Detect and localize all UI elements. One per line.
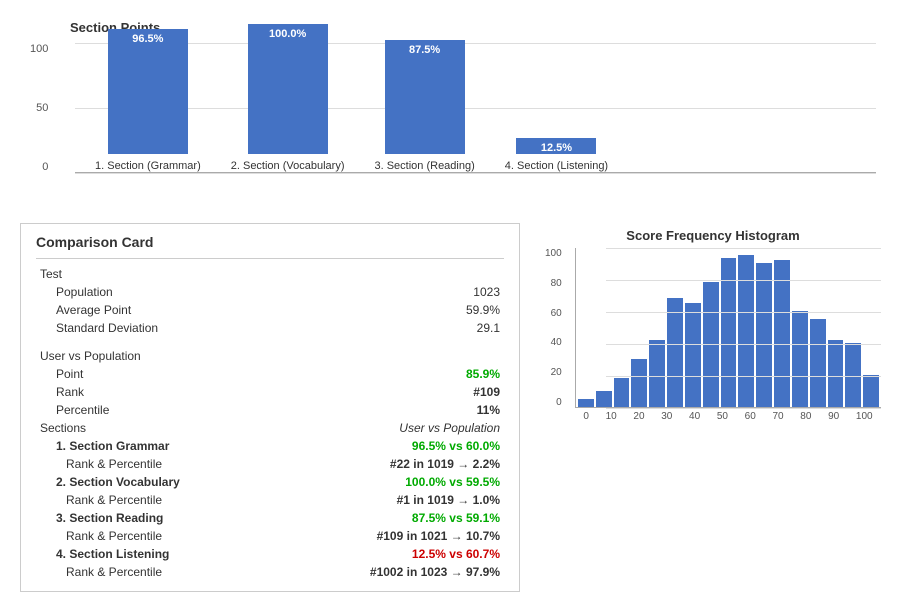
hist-x-label: 50 xyxy=(717,411,728,422)
y-axis: 100 50 0 xyxy=(30,43,53,173)
hist-x-label: 20 xyxy=(633,411,644,422)
section2-value: 100.0% vs 59.5% xyxy=(278,473,504,491)
hist-bar xyxy=(631,359,647,407)
hist-bar xyxy=(685,303,701,407)
bar-wrapper: 96.5% 1. Section (Grammar) xyxy=(95,29,201,172)
std-dev-label: Standard Deviation xyxy=(36,319,278,337)
hist-bar xyxy=(756,263,772,407)
hist-bar xyxy=(828,340,844,407)
hist-bar xyxy=(703,282,719,407)
hist-bar xyxy=(863,375,879,407)
section2-rank: #1 in 1019 → 1.0% xyxy=(278,491,504,509)
section4-value: 12.5% vs 60.7% xyxy=(278,545,504,563)
hist-bar xyxy=(845,343,861,407)
avg-point-value: 59.9% xyxy=(278,301,504,319)
section1-name: 1. Section Grammar xyxy=(36,437,278,455)
hist-x-label: 70 xyxy=(772,411,783,422)
section1-rank: #22 in 1019 → 2.2% xyxy=(278,455,504,473)
user-vs-pop-spacer xyxy=(278,347,504,365)
hist-x-label: 10 xyxy=(606,411,617,422)
histogram-title: Score Frequency Histogram xyxy=(545,228,881,243)
section2-rank-label: Rank & Percentile xyxy=(36,491,278,509)
percentile-value: 11% xyxy=(278,401,504,419)
population-value: 1023 xyxy=(278,283,504,301)
percentile-label: Percentile xyxy=(36,401,278,419)
bar: 12.5% xyxy=(516,138,596,154)
section3-name: 3. Section Reading xyxy=(36,509,278,527)
hist-bar xyxy=(614,378,630,407)
bar-label: 1. Section (Grammar) xyxy=(95,160,201,172)
section4-rank-label: Rank & Percentile xyxy=(36,563,278,581)
std-dev-value: 29.1 xyxy=(278,319,504,337)
bars-area: 96.5%1. Section (Grammar)100.0%2. Sectio… xyxy=(75,43,876,173)
hist-bar xyxy=(596,391,612,407)
hist-bar xyxy=(649,340,665,407)
bar-wrapper: 87.5% 3. Section (Reading) xyxy=(374,40,474,172)
bar-wrapper: 12.5% 4. Section (Listening) xyxy=(505,138,608,172)
test-value xyxy=(278,265,504,283)
bar-group: 87.5% 3. Section (Reading) xyxy=(374,40,474,172)
sections-label: Sections xyxy=(36,419,278,437)
hist-x-label: 0 xyxy=(583,411,589,422)
hist-bar xyxy=(810,319,826,407)
bar: 87.5% xyxy=(385,40,465,154)
hist-x-label: 90 xyxy=(828,411,839,422)
hist-x-labels: 0 10 20 30 40 50 60 70 80 90 100 xyxy=(575,411,881,422)
hist-y-axis: 100 80 60 40 20 0 xyxy=(545,248,565,408)
bar-group: 96.5% 1. Section (Grammar) xyxy=(95,29,201,172)
hist-x-label: 80 xyxy=(800,411,811,422)
rank-label: Rank xyxy=(36,383,278,401)
point-value: 85.9% xyxy=(278,365,504,383)
bar-wrapper: 100.0% 2. Section (Vocabulary) xyxy=(231,24,345,172)
hist-x-label: 100 xyxy=(856,411,873,422)
bar-label: 2. Section (Vocabulary) xyxy=(231,160,345,172)
comparison-table: Test Population 1023 Average Point 59.9%… xyxy=(36,265,504,581)
histogram-section: Score Frequency Histogram 100 80 60 40 2… xyxy=(540,223,886,592)
section3-value: 87.5% vs 59.1% xyxy=(278,509,504,527)
comparison-card: Comparison Card Test Population 1023 Ave… xyxy=(20,223,520,592)
bar-chart-container: 100 50 0 96.5%1. Section (Grammar)100.0%… xyxy=(30,43,876,203)
user-vs-pop-header: User vs Population xyxy=(278,419,504,437)
point-label: Point xyxy=(36,365,278,383)
bar: 100.0% xyxy=(248,24,328,154)
section4-rank: #1002 in 1023 → 97.9% xyxy=(278,563,504,581)
top-chart-section: Section Points 100 50 0 96.5%1. Section … xyxy=(10,10,896,213)
population-label: Population xyxy=(36,283,278,301)
hist-x-label: 60 xyxy=(745,411,756,422)
rank-value: #109 xyxy=(278,383,504,401)
hist-bar xyxy=(792,311,808,407)
bar-group: 100.0% 2. Section (Vocabulary) xyxy=(231,24,345,172)
bottom-section: Comparison Card Test Population 1023 Ave… xyxy=(10,213,896,602)
hist-bars-area xyxy=(575,248,881,408)
hist-x-label: 40 xyxy=(689,411,700,422)
comparison-title: Comparison Card xyxy=(36,234,504,250)
hist-bar xyxy=(578,399,594,407)
bar-group: 12.5% 4. Section (Listening) xyxy=(505,138,608,172)
test-label: Test xyxy=(36,265,278,283)
section3-rank: #109 in 1021 → 10.7% xyxy=(278,527,504,545)
histogram-container: 100 80 60 40 20 0 0 10 20 30 40 50 60 70 80 90 100 xyxy=(545,248,881,448)
bar: 96.5% xyxy=(108,29,188,154)
section1-rank-label: Rank & Percentile xyxy=(36,455,278,473)
user-vs-pop-label: User vs Population xyxy=(36,347,278,365)
section2-name: 2. Section Vocabulary xyxy=(36,473,278,491)
hist-bar xyxy=(774,260,790,407)
section4-name: 4. Section Listening xyxy=(36,545,278,563)
avg-point-label: Average Point xyxy=(36,301,278,319)
hist-bar xyxy=(721,258,737,407)
bar-label: 3. Section (Reading) xyxy=(374,160,474,172)
hist-x-label: 30 xyxy=(661,411,672,422)
hist-bar xyxy=(738,255,754,407)
section1-value: 96.5% vs 60.0% xyxy=(278,437,504,455)
hist-bar xyxy=(667,298,683,407)
section3-rank-label: Rank & Percentile xyxy=(36,527,278,545)
bar-label: 4. Section (Listening) xyxy=(505,160,608,172)
